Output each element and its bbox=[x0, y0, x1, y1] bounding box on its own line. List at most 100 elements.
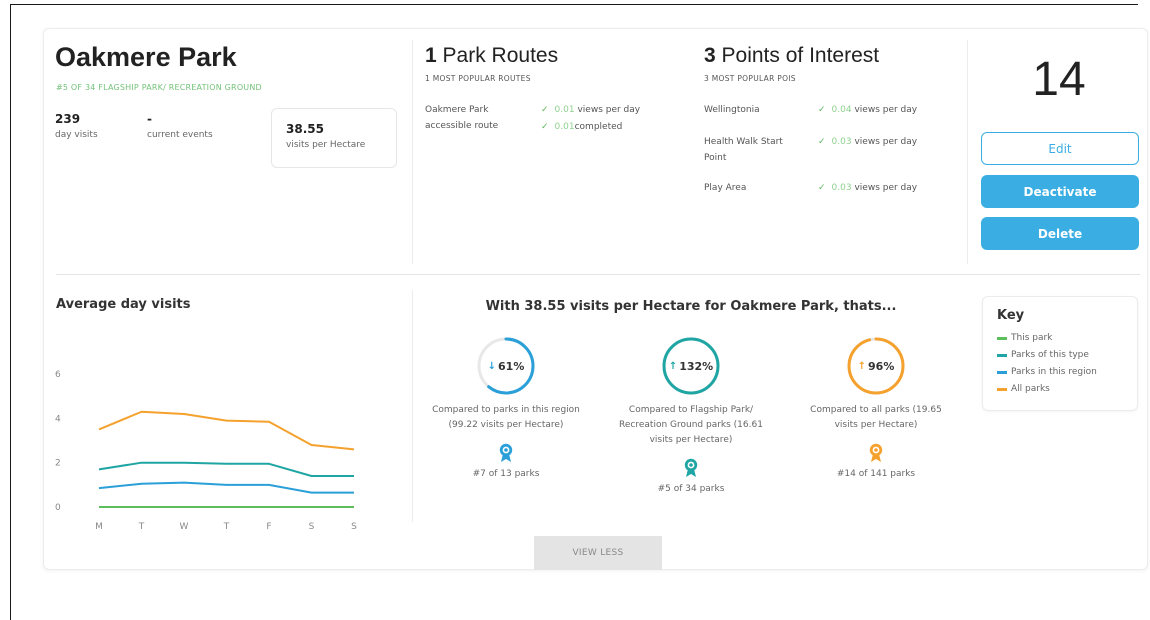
medal-center bbox=[504, 448, 508, 452]
visits-per-hectare-box: 38.55 visits per Hectare bbox=[271, 108, 397, 168]
current-events-label: current events bbox=[147, 130, 213, 140]
pois-count: 3 bbox=[704, 44, 716, 67]
comparison-type: ↑ 132% Compared to Flagship Park/ Recreat… bbox=[606, 335, 776, 494]
route-views-suffix: views per day bbox=[577, 105, 641, 115]
check-icon: ✓ bbox=[818, 105, 826, 115]
y-tick-label: 0 bbox=[55, 503, 61, 513]
key-swatch bbox=[997, 337, 1007, 340]
key-swatch bbox=[997, 388, 1007, 391]
x-tick-label: M bbox=[95, 522, 103, 532]
x-tick-label: F bbox=[266, 522, 271, 532]
poi-name[interactable]: Wellingtonia bbox=[704, 102, 794, 118]
award-icon bbox=[869, 443, 883, 462]
current-events-value: - bbox=[147, 112, 152, 126]
series-line-2 bbox=[98, 481, 354, 494]
view-less-button[interactable]: VIEW LESS bbox=[534, 536, 662, 570]
medal-center bbox=[689, 463, 693, 467]
key-label: All parks bbox=[1011, 384, 1050, 394]
progress-ring: ↑ 132% bbox=[660, 335, 722, 397]
chart-title: Average day visits bbox=[56, 297, 191, 312]
edit-button[interactable]: Edit bbox=[981, 132, 1139, 165]
key-swatch bbox=[997, 371, 1007, 374]
arrow-up-icon: ↑ bbox=[668, 360, 678, 372]
comparison-region: ↓ 61% Compared to parks in this region (9… bbox=[421, 335, 591, 479]
poi-name[interactable]: Play Area bbox=[704, 180, 794, 196]
route-completed-stat: ✓ 0.01completed bbox=[541, 119, 622, 135]
key-item: Parks in this region bbox=[997, 364, 1137, 381]
divider bbox=[967, 40, 968, 264]
poi-views-suffix: views per day bbox=[854, 105, 918, 115]
series-line-3 bbox=[98, 410, 355, 451]
series-line-1 bbox=[98, 461, 354, 477]
comparison-all: ↑ 96% Compared to all parks (19.65 visits… bbox=[791, 335, 961, 479]
x-tick-label: T bbox=[138, 522, 145, 532]
frame-border-left bbox=[10, 4, 11, 620]
check-icon: ✓ bbox=[541, 105, 549, 115]
check-icon: ✓ bbox=[818, 183, 826, 193]
x-tick-label: S bbox=[351, 522, 357, 532]
poi-views-value: 0.04 bbox=[831, 105, 852, 115]
comparison-rank: #7 of 13 parks bbox=[472, 469, 540, 479]
award-icon bbox=[684, 458, 698, 477]
chart-key: Key This park Parks of this type Parks i… bbox=[982, 296, 1138, 411]
total-count: 14 bbox=[1032, 53, 1086, 106]
visits-per-hectare-value: 38.55 bbox=[286, 122, 324, 136]
key-label: Parks of this type bbox=[1011, 350, 1089, 360]
poi-views-suffix: views per day bbox=[854, 183, 918, 193]
x-tick-label: T bbox=[223, 522, 230, 532]
y-tick-label: 6 bbox=[55, 370, 61, 380]
x-tick-label: S bbox=[309, 522, 315, 532]
deactivate-button[interactable]: Deactivate bbox=[981, 175, 1139, 208]
section-divider bbox=[56, 274, 1140, 275]
poi-views-stat: ✓ 0.04 views per day bbox=[818, 102, 917, 118]
check-icon: ✓ bbox=[818, 137, 826, 147]
arrow-up-icon: ↑ bbox=[857, 360, 867, 372]
poi-views-value: 0.03 bbox=[831, 137, 852, 147]
park-ranking-subtitle: #5 OF 34 FLAGSHIP PARK/ RECREATION GROUN… bbox=[56, 83, 262, 92]
poi-name[interactable]: Health Walk Start Point bbox=[704, 134, 784, 166]
medal-center bbox=[874, 448, 878, 452]
route-views-value: 0.01 bbox=[554, 105, 575, 115]
ring-label: ↑ 132% bbox=[660, 335, 722, 397]
ring-label: ↓ 61% bbox=[475, 335, 537, 397]
award-icon bbox=[499, 443, 513, 462]
routes-subtitle: 1 MOST POPULAR ROUTES bbox=[425, 74, 531, 83]
key-swatch bbox=[997, 354, 1007, 357]
current-events-stat: - current events bbox=[147, 112, 213, 140]
routes-title: Park Routes bbox=[442, 44, 559, 67]
key-title: Key bbox=[997, 308, 1025, 323]
comparison-pct: 61% bbox=[498, 359, 525, 373]
comparison-pct: 96% bbox=[868, 359, 895, 373]
progress-ring: ↓ 61% bbox=[475, 335, 537, 397]
route-name[interactable]: Oakmere Park accessible route bbox=[425, 102, 525, 134]
route-views-stat: ✓ 0.01 views per day bbox=[541, 102, 640, 118]
routes-heading: 1 Park Routes bbox=[425, 44, 558, 68]
key-label: Parks in this region bbox=[1011, 367, 1097, 377]
arrow-down-icon: ↓ bbox=[487, 360, 497, 372]
day-visits-stat: 239 day visits bbox=[55, 112, 98, 140]
comparison-desc: Compared to Flagship Park/ Recreation Gr… bbox=[619, 405, 763, 445]
visits-per-hectare-label: visits per Hectare bbox=[286, 140, 366, 150]
comparison-rank: #14 of 141 parks bbox=[836, 469, 916, 479]
poi-views-stat: ✓ 0.03 views per day bbox=[818, 180, 917, 196]
frame-border-top bbox=[10, 4, 1138, 5]
poi-views-value: 0.03 bbox=[831, 183, 852, 193]
x-tick-label: W bbox=[180, 522, 189, 532]
key-label: This park bbox=[1011, 333, 1053, 343]
routes-count: 1 bbox=[425, 44, 437, 67]
key-item: Parks of this type bbox=[997, 347, 1137, 364]
comparison-desc: Compared to all parks (19.65 visits per … bbox=[810, 405, 942, 430]
key-item: All parks bbox=[997, 381, 1137, 398]
ring-label: ↑ 96% bbox=[845, 335, 907, 397]
route-completed-value: 0.01 bbox=[554, 122, 575, 132]
route-completed-suffix: completed bbox=[574, 122, 623, 132]
delete-button[interactable]: Delete bbox=[981, 217, 1139, 250]
y-tick-label: 4 bbox=[55, 414, 61, 424]
day-visits-label: day visits bbox=[55, 130, 98, 140]
progress-ring: ↑ 96% bbox=[845, 335, 907, 397]
pois-title: Points of Interest bbox=[721, 44, 880, 67]
comparison-rank: #5 of 34 parks bbox=[657, 484, 725, 494]
comparison-pct: 132% bbox=[679, 359, 714, 373]
poi-views-stat: ✓ 0.03 views per day bbox=[818, 134, 917, 150]
check-icon: ✓ bbox=[541, 122, 549, 132]
